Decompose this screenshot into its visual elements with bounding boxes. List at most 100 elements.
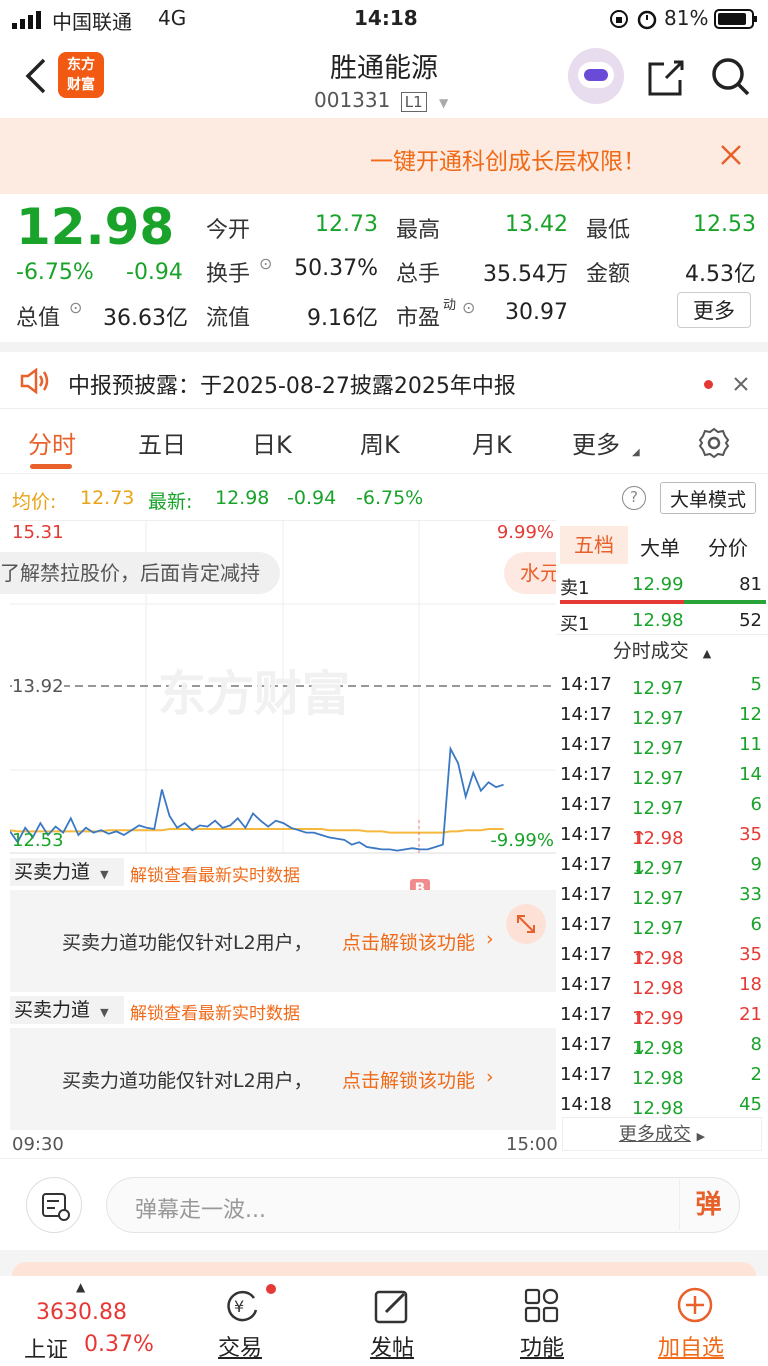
danmu-send-button[interactable]: 弹 — [679, 1180, 737, 1230]
trade-time: 14:17 — [560, 974, 612, 995]
latest-pct: -6.75% — [356, 487, 424, 509]
latest-label: 最新: — [148, 491, 193, 513]
low-label: 最低 — [586, 218, 631, 243]
disclosure-notice[interactable]: 中报预披露：于2025-08-27披露2025年中报 — [0, 342, 768, 408]
tab-post[interactable]: 发帖 — [346, 1276, 436, 1366]
intraday-chart[interactable]: 东方财富 15.31 9.99% 13.92 12.53 -9.99% 了解禁拉… — [0, 519, 556, 880]
stock-code-row[interactable]: 001331 L1 ▼ — [314, 88, 448, 112]
notice-text: 中报预披露：于2025-08-27披露2025年中报 — [68, 374, 516, 399]
amount-value: 4.53亿 — [685, 262, 756, 287]
trade-time: 14:17 — [560, 1004, 612, 1025]
trade-row: 14:17 12.98 ↑ 35 — [560, 824, 762, 849]
book-tab-price[interactable]: 分价 — [708, 532, 748, 561]
tab-monthly-k[interactable]: 月K — [472, 425, 512, 460]
trade-direction: ↑ — [632, 948, 648, 969]
dropdown-icon: ▼ — [100, 1006, 109, 1019]
more-trades-button[interactable]: 更多成交 ▶ — [562, 1117, 762, 1151]
dropdown-icon: ▼ — [438, 96, 449, 110]
trade-row: 14:17 12.97 6 — [560, 794, 762, 819]
search-icon[interactable] — [710, 56, 752, 102]
close-icon[interactable] — [720, 144, 742, 170]
trade-volume: 2 — [750, 1064, 762, 1085]
float-label: 流值 — [206, 306, 251, 331]
trade-volume: 6 — [750, 914, 762, 935]
unlock-link[interactable]: 解锁查看最新实时数据 — [130, 861, 300, 886]
promo-banner[interactable]: 一键开通科创成长层权限！ — [0, 118, 768, 194]
tab-trade[interactable]: ¥ 交易 — [196, 1276, 286, 1366]
x-end-label: 15:00 — [506, 1134, 558, 1155]
trade-time: 14:17 — [560, 944, 612, 965]
order-book: 五档 大单 分价 卖1 12.99 81 买1 12.98 52 分时成交 ▲ … — [556, 520, 768, 1160]
chevron-right-icon: › — [486, 928, 494, 950]
index-ticker[interactable]: ▲ 3630.88 上证 0.37% — [14, 1276, 164, 1366]
bottom-pct-label: -9.99% — [490, 830, 554, 851]
info-icon[interactable]: ⊙ — [69, 298, 82, 317]
danmu-bubble[interactable]: 水元 — [504, 552, 556, 594]
tab-function[interactable]: 功能 — [496, 1276, 586, 1366]
tab-weekly-k[interactable]: 周K — [360, 425, 400, 460]
trade-volume: 9 — [750, 854, 762, 875]
trade-volume: 14 — [739, 764, 762, 785]
sell-price: 12.99 — [632, 574, 684, 595]
share-icon[interactable] — [646, 58, 686, 102]
danmu-bubble[interactable]: 了解禁拉股价，后面肯定减持 — [0, 552, 280, 594]
unlock-feature-link[interactable]: 点击解锁该功能 — [342, 1066, 475, 1093]
trade-volume: 33 — [739, 884, 762, 905]
signal-icon — [12, 10, 44, 34]
tab-intraday[interactable]: 分时 — [28, 425, 76, 460]
trade-row: 14:17 12.99 ↑ 21 — [560, 1004, 762, 1029]
close-icon[interactable] — [733, 376, 749, 396]
book-tab-large[interactable]: 大单 — [640, 532, 680, 561]
info-icon[interactable]: ⊙ — [259, 254, 272, 273]
banner-text: 一键开通科创成长层权限！ — [370, 149, 646, 175]
settings-gear-icon[interactable] — [698, 427, 730, 463]
tab-daily-k[interactable]: 日K — [252, 425, 292, 460]
triangle-up-icon: ▲ — [76, 1280, 86, 1294]
ref-price-label: 13.92 — [12, 676, 64, 697]
bottom-divider-strip — [0, 1250, 768, 1282]
price-series — [9, 745, 504, 852]
open-label: 今开 — [206, 218, 251, 243]
power-section: 买卖力道 ▼ 解锁查看最新实时数据 买卖力道功能仅针对L2用户， 点击解锁该功能… — [10, 858, 556, 992]
clock-text: 14:18 — [354, 6, 418, 30]
unlock-link[interactable]: 解锁查看最新实时数据 — [130, 999, 300, 1024]
power-label: 买卖力道 — [14, 861, 91, 883]
book-tab-five[interactable]: 五档 — [560, 526, 628, 564]
sort-up-icon: ▲ — [702, 647, 712, 660]
x-start-label: 09:30 — [12, 1134, 64, 1155]
top-pct-label: 9.99% — [496, 522, 554, 543]
trade-direction: ↑ — [632, 828, 648, 849]
robot-avatar[interactable] — [568, 48, 624, 104]
big-order-mode-button[interactable]: 大单模式 — [660, 482, 756, 514]
chart-tabs: 分时 五日 日K 周K 月K 更多 ◢ — [0, 408, 768, 474]
trades-title: 分时成交 — [612, 640, 689, 662]
expand-icon[interactable] — [506, 904, 546, 944]
help-icon[interactable]: ? — [622, 486, 646, 510]
tab-more[interactable]: 更多 — [572, 425, 620, 460]
info-icon[interactable]: ⊙ — [462, 298, 475, 317]
turnover-label: 换手 — [206, 262, 251, 287]
power-dropdown[interactable]: 买卖力道 ▼ — [10, 858, 124, 886]
more-button[interactable]: 更多 — [677, 292, 751, 328]
alarm-icon — [636, 8, 658, 35]
unlock-feature-link[interactable]: 点击解锁该功能 — [342, 928, 475, 955]
trade-row: 14:17 12.97 14 — [560, 764, 762, 789]
comment-settings-icon[interactable] — [26, 1177, 82, 1233]
power-dropdown[interactable]: 买卖力道 ▼ — [10, 996, 124, 1024]
triangle-right-icon: ▶ — [696, 1130, 706, 1143]
trade-time: 14:17 — [560, 854, 612, 875]
tab-add-watchlist[interactable]: 加自选 — [648, 1276, 744, 1366]
trade-time: 14:17 — [560, 704, 612, 725]
tab-five-day[interactable]: 五日 — [138, 425, 186, 460]
trade-direction: ↓ — [632, 1038, 648, 1059]
locked-panel[interactable]: 买卖力道功能仅针对L2用户， 点击解锁该功能 › — [10, 1028, 556, 1130]
index-value: 3630.88 — [36, 1300, 127, 1325]
danmu-input[interactable]: 弹幕走一波... 弹 — [106, 1177, 740, 1233]
svg-text:¥: ¥ — [234, 1297, 244, 1316]
last-price: 12.98 — [16, 198, 175, 256]
trade-time: 14:17 — [560, 884, 612, 905]
trades-header[interactable]: 分时成交 ▲ — [556, 634, 768, 666]
locked-panel[interactable]: 买卖力道功能仅针对L2用户， 点击解锁该功能 › — [10, 890, 556, 992]
latest-change: -0.94 — [287, 487, 337, 509]
change-value: -0.94 — [126, 260, 183, 285]
